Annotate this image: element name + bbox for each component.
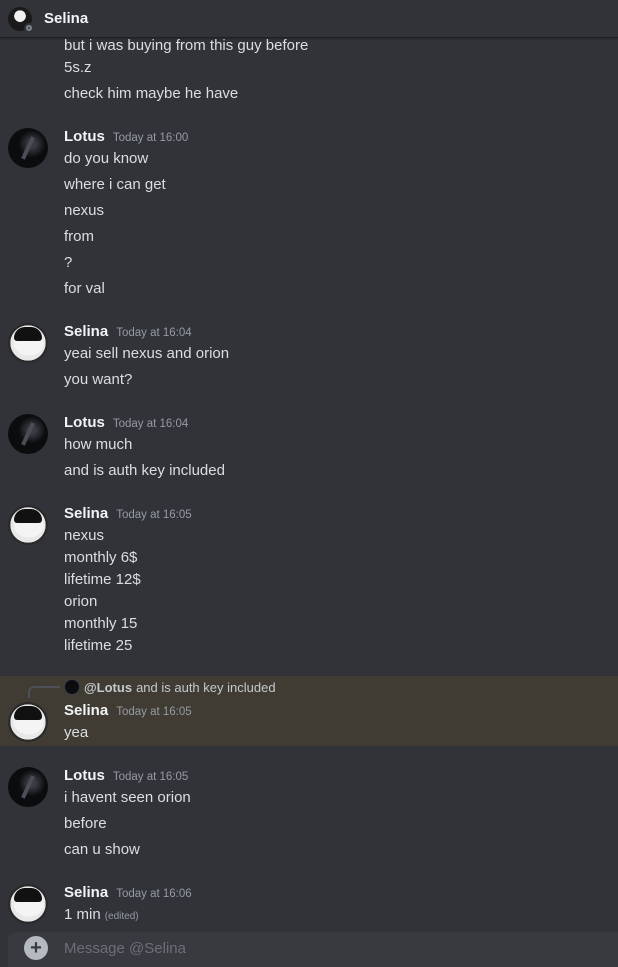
dm-header: Selina bbox=[0, 0, 618, 38]
message-line: monthly 6$ bbox=[64, 549, 138, 566]
timestamp: Today at 16:05 bbox=[116, 509, 192, 521]
message-input[interactable] bbox=[64, 939, 564, 957]
message-line: orion bbox=[64, 593, 98, 610]
reply-connector bbox=[28, 686, 60, 698]
avatar[interactable] bbox=[8, 323, 48, 363]
message-composer: + bbox=[8, 932, 618, 967]
message-header: Selina Today at 16:04 bbox=[64, 323, 192, 340]
reply-avatar bbox=[64, 679, 80, 695]
message-line: 1 min (edited) bbox=[64, 905, 139, 927]
message-line: yea bbox=[64, 724, 89, 741]
avatar[interactable] bbox=[8, 884, 48, 924]
avatar[interactable] bbox=[8, 128, 48, 168]
add-attachment-icon[interactable]: + bbox=[24, 936, 48, 960]
author-name[interactable]: Selina bbox=[64, 702, 108, 719]
message-header: Selina Today at 16:05 bbox=[64, 702, 192, 719]
timestamp: Today at 16:00 bbox=[112, 132, 189, 144]
message-line: you want? bbox=[64, 371, 133, 388]
avatar[interactable] bbox=[8, 414, 48, 454]
header-username[interactable]: Selina bbox=[44, 10, 88, 27]
message-line: for val bbox=[64, 280, 105, 297]
author-name[interactable]: Selina bbox=[64, 323, 108, 340]
message-line: monthly 15 bbox=[64, 615, 138, 632]
header-avatar[interactable] bbox=[8, 6, 34, 33]
message-line: check him maybe he have bbox=[64, 85, 239, 102]
message-list: but i was buying from this guy before 5s… bbox=[0, 38, 618, 930]
timestamp: Today at 16:05 bbox=[116, 706, 192, 718]
edited-label: (edited) bbox=[104, 911, 139, 922]
timestamp: Today at 16:05 bbox=[112, 771, 189, 783]
reply-author[interactable]: @Lotus bbox=[84, 680, 132, 695]
message-line: do you know bbox=[64, 150, 149, 167]
avatar[interactable] bbox=[8, 702, 48, 742]
message-line: and is auth key included bbox=[64, 462, 225, 479]
message-line: but i was buying from this guy before bbox=[64, 38, 309, 54]
message-line: lifetime 12$ bbox=[64, 571, 141, 588]
message-line: lifetime 25 bbox=[64, 637, 133, 654]
message-line: ? bbox=[64, 254, 73, 271]
message-line: can u show bbox=[64, 841, 140, 858]
timestamp: Today at 16:06 bbox=[116, 888, 192, 900]
author-name[interactable]: Selina bbox=[64, 884, 108, 901]
message-line: yeai sell nexus and orion bbox=[64, 345, 230, 362]
status-indicator-icon bbox=[24, 22, 34, 33]
message-line: from bbox=[64, 228, 94, 245]
message-header: Selina Today at 16:06 bbox=[64, 884, 192, 901]
timestamp: Today at 16:04 bbox=[116, 327, 192, 339]
author-name[interactable]: Selina bbox=[64, 505, 108, 522]
message-header: Lotus Today at 16:04 bbox=[64, 414, 188, 431]
author-name[interactable]: Lotus bbox=[64, 767, 105, 784]
reply-reference[interactable]: @Lotus and is auth key included bbox=[64, 679, 276, 695]
reply-text[interactable]: and is auth key included bbox=[136, 680, 275, 695]
avatar[interactable] bbox=[8, 505, 48, 545]
message-line: how much bbox=[64, 436, 133, 453]
message-line: nexus bbox=[64, 202, 105, 219]
message-line: nexus bbox=[64, 527, 105, 544]
message-header: Lotus Today at 16:00 bbox=[64, 128, 188, 145]
message-header: Lotus Today at 16:05 bbox=[64, 767, 188, 784]
message-text: 1 min bbox=[64, 906, 101, 923]
message-line: where i can get bbox=[64, 176, 166, 193]
message-line: i havent seen orion bbox=[64, 789, 191, 806]
author-name[interactable]: Lotus bbox=[64, 128, 105, 145]
avatar[interactable] bbox=[8, 767, 48, 807]
message-line: before bbox=[64, 815, 107, 832]
message-header: Selina Today at 16:05 bbox=[64, 505, 192, 522]
author-name[interactable]: Lotus bbox=[64, 414, 105, 431]
timestamp: Today at 16:04 bbox=[112, 418, 189, 430]
message-line: 5s.z bbox=[64, 59, 92, 76]
